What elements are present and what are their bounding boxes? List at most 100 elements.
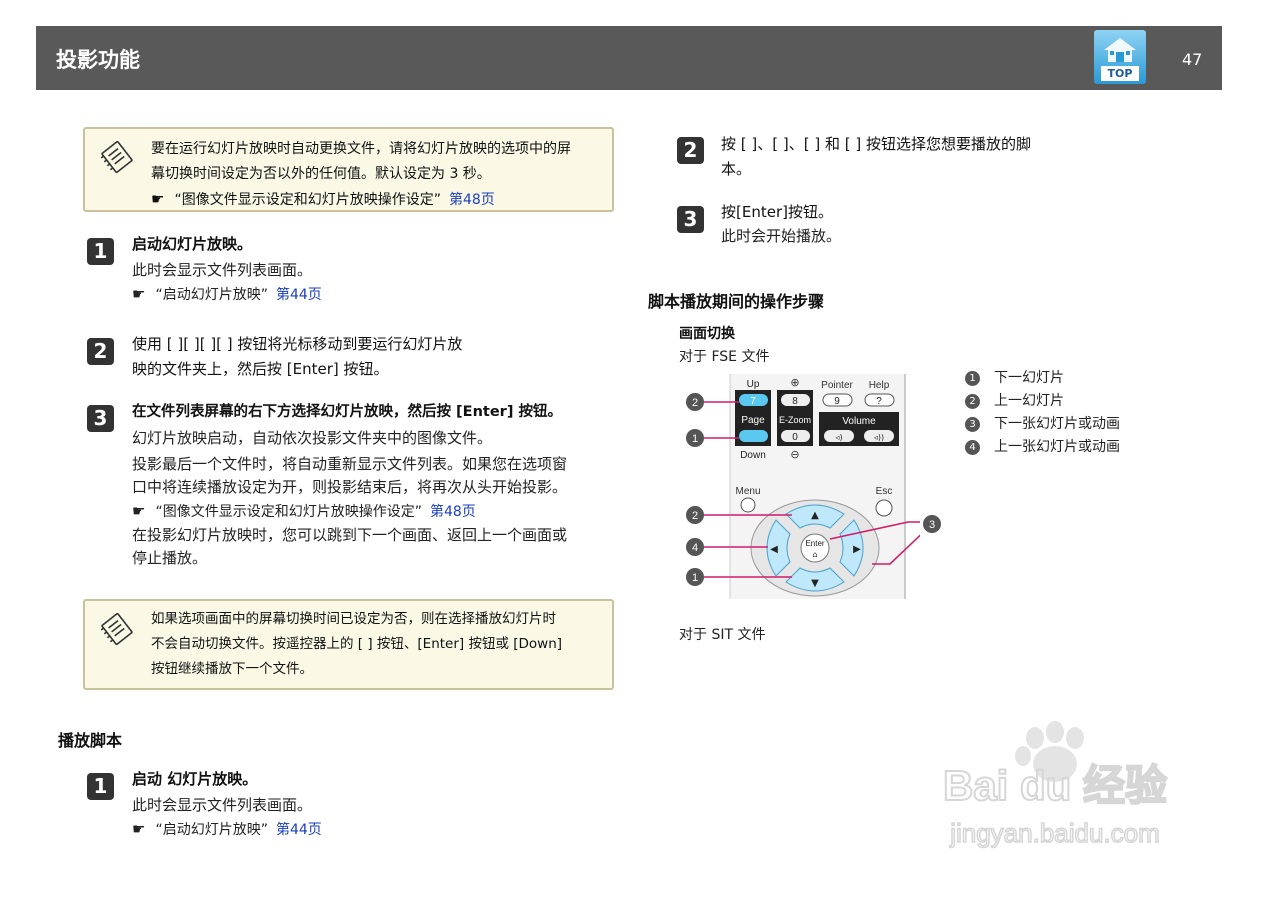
callout-number: 3 — [929, 519, 935, 531]
step-body: 投影最后一个文件时，将自动重新显示文件列表。如果您在选项窗 — [132, 455, 568, 473]
callout-number: 1 — [692, 572, 698, 584]
page-link[interactable]: 第48页 — [430, 504, 476, 520]
pointing-hand-icon: ☛ — [132, 285, 146, 303]
cross-reference: ☛ “图像文件显示设定和幻灯片放映操作设定” 第48页 — [132, 499, 622, 524]
callout-number: 1 — [692, 433, 698, 445]
baidu-watermark: Bai du 经验 jingyan.baidu.com — [942, 721, 1168, 849]
page-label: Page — [741, 415, 765, 426]
step-body: 此时会显示文件列表画面。 — [132, 261, 313, 279]
note-1-line: 幕切换时间设定为否以外的任何值。默认设定为 3 秒。 — [151, 166, 491, 182]
legend-number: 1 — [965, 370, 980, 386]
step-number: 1 — [87, 773, 114, 800]
step-title: 按[Enter]按钮。 — [721, 203, 833, 221]
left-arrow-icon: ◀ — [770, 544, 778, 555]
script-step-1-block: 启动 幻灯片放映。 此时会显示文件列表画面。 ☛ “启动幻灯片放映” 第44页 — [132, 767, 622, 842]
step-body: 口中将连续播放设定为开，则投影结束后，将再次从头开始投影。 — [132, 478, 568, 496]
callout-number: 2 — [692, 397, 698, 409]
pointing-hand-icon: ☛ — [132, 820, 146, 838]
legend-list: 1 下一幻灯片 2 上一幻灯片 3 下一张幻灯片或动画 4 上一张幻灯片或动画 — [965, 367, 1120, 459]
down-arrow-icon: ▼ — [811, 578, 819, 589]
note-2-line: 按钮继续播放下一个文件。 — [151, 661, 313, 677]
reference-text: “启动幻灯片放映” — [155, 822, 268, 838]
callout-number: 4 — [692, 542, 698, 554]
key-label: ? — [876, 396, 882, 407]
legend-item: 1 下一幻灯片 — [965, 367, 1120, 390]
watermark-url: jingyan.baidu.com — [949, 818, 1160, 848]
watermark-brand: Bai du 经验 — [943, 762, 1167, 809]
cross-reference: ☛ “图像文件显示设定和幻灯片放映操作设定” 第48页 — [151, 187, 571, 212]
step-body: 在投影幻灯片放映时，您可以跳到下一个画面、返回上一个画面或 — [132, 526, 568, 544]
step-text: 使用 [ ][ ][ ][ ] 按钮将光标移动到要运行幻灯片放 — [132, 335, 463, 353]
step-number: 1 — [87, 238, 114, 265]
step-number: 2 — [677, 137, 704, 164]
up-label: Up — [747, 379, 760, 390]
pointing-hand-icon: ☛ — [151, 190, 165, 208]
menu-label: Menu — [735, 486, 760, 497]
menu-key[interactable] — [740, 497, 756, 513]
remote-control-diagram: Up 7 Page Down ⊕ 8 E-Zoom 0 ⊖ Pointer 9 … — [686, 374, 920, 599]
key-label: 8 — [792, 396, 798, 407]
note-2-line: 不会自动切换文件。按遥控器上的 [ ] 按钮、[Enter] 按钮或 [Down… — [151, 636, 563, 652]
step-number: 2 — [87, 338, 114, 365]
note-2-content: 如果选项画面中的屏幕切换时间已设定为否，则在选择播放幻灯片时 不会自动切换文件。… — [151, 607, 562, 682]
step-2-block: 使用 [ ][ ][ ][ ] 按钮将光标移动到要运行幻灯片放 映的文件夹上，然… — [132, 332, 622, 382]
note-box-1: 要在运行幻灯片放映时自动更换文件，请将幻灯片放映的选项中的屏 幕切换时间设定为否… — [83, 127, 614, 212]
zoom-out-icon: ⊖ — [790, 448, 799, 461]
callout-markers: 2 1 2 4 1 — [686, 393, 704, 586]
right-step-3-block: 按[Enter]按钮。 此时会开始播放。 — [721, 200, 1201, 248]
help-label: Help — [869, 380, 890, 391]
step-body: 此时会开始播放。 — [721, 227, 842, 245]
page-number: 47 — [1182, 50, 1203, 69]
volume-label: Volume — [842, 416, 876, 427]
note-1-line: 要在运行幻灯片放映时自动更换文件，请将幻灯片放映的选项中的屏 — [151, 141, 571, 157]
step-body: 停止播放。 — [132, 549, 208, 567]
legend-number: 3 — [965, 416, 980, 432]
step-text: 映的文件夹上，然后按 [Enter] 按钮。 — [132, 360, 389, 378]
legend-text: 上一幻灯片 — [994, 393, 1064, 409]
pointing-hand-icon: ☛ — [132, 502, 146, 520]
legend-text: 下一张幻灯片或动画 — [994, 416, 1120, 432]
mouse-icon: ⌂ — [812, 550, 817, 559]
top-button[interactable]: TOP — [1094, 30, 1146, 84]
cross-reference: ☛ “启动幻灯片放映” 第44页 — [132, 817, 622, 842]
step-text: 本。 — [721, 160, 752, 178]
page-title: 投影功能 — [56, 48, 140, 72]
section-heading: 脚本播放期间的操作步骤 — [648, 292, 825, 311]
home-icon — [1104, 38, 1136, 62]
file-type-label: 对于 FSE 文件 — [679, 349, 770, 365]
page-link[interactable]: 第48页 — [449, 192, 495, 208]
top-label: TOP — [1101, 66, 1139, 81]
right-step-2-block: 按 [ ]、[ ]、[ ] 和 [ ] 按钮选择您想要播放的脚 本。 — [721, 132, 1201, 182]
file-type-label: 对于 SIT 文件 — [679, 627, 766, 643]
step-body: 幻灯片放映启动，自动依次投影文件夹中的图像文件。 — [132, 429, 493, 447]
page-down-key[interactable] — [739, 430, 768, 442]
step-title: 在文件列表屏幕的右下方选择幻灯片放映，然后按 [Enter] 按钮。 — [132, 404, 562, 420]
legend-text: 下一幻灯片 — [994, 370, 1064, 386]
legend-text: 上一张幻灯片或动画 — [994, 439, 1120, 455]
up-arrow-icon: ▲ — [811, 510, 819, 521]
section-heading: 播放脚本 — [58, 731, 123, 750]
reference-text: “启动幻灯片放映” — [155, 287, 268, 303]
step-title: 启动 幻灯片放映。 — [132, 770, 258, 788]
step-number: 3 — [677, 206, 704, 233]
page-link[interactable]: 第44页 — [276, 822, 322, 838]
legend-number: 2 — [965, 393, 980, 409]
step-text: 按 [ ]、[ ]、[ ] 和 [ ] 按钮选择您想要播放的脚 — [721, 135, 1031, 153]
note-2-line: 如果选项画面中的屏幕切换时间已设定为否，则在选择播放幻灯片时 — [151, 611, 556, 627]
page-link[interactable]: 第44页 — [276, 287, 322, 303]
cross-reference: ☛ “启动幻灯片放映” 第44页 — [132, 282, 622, 307]
ezoom-label: E-Zoom — [779, 415, 811, 425]
key-label: 0 — [792, 432, 798, 443]
legend-item: 3 下一张幻灯片或动画 — [965, 413, 1120, 436]
step-title: 启动幻灯片放映。 — [132, 235, 253, 253]
legend-number: 4 — [965, 439, 980, 455]
down-label: Down — [740, 450, 766, 461]
step-body: 此时会显示文件列表画面。 — [132, 796, 313, 814]
legend-item: 4 上一张幻灯片或动画 — [965, 436, 1120, 459]
step-1-block: 启动幻灯片放映。 此时会显示文件列表画面。 ☛ “启动幻灯片放映” 第44页 — [132, 232, 622, 307]
key-label: 7 — [750, 396, 756, 407]
volume-up-icon: ◃)) — [874, 433, 884, 442]
sub-heading: 画面切换 — [679, 326, 735, 342]
esc-key[interactable] — [875, 499, 893, 517]
page-header: 投影功能 TOP 47 — [36, 26, 1222, 90]
